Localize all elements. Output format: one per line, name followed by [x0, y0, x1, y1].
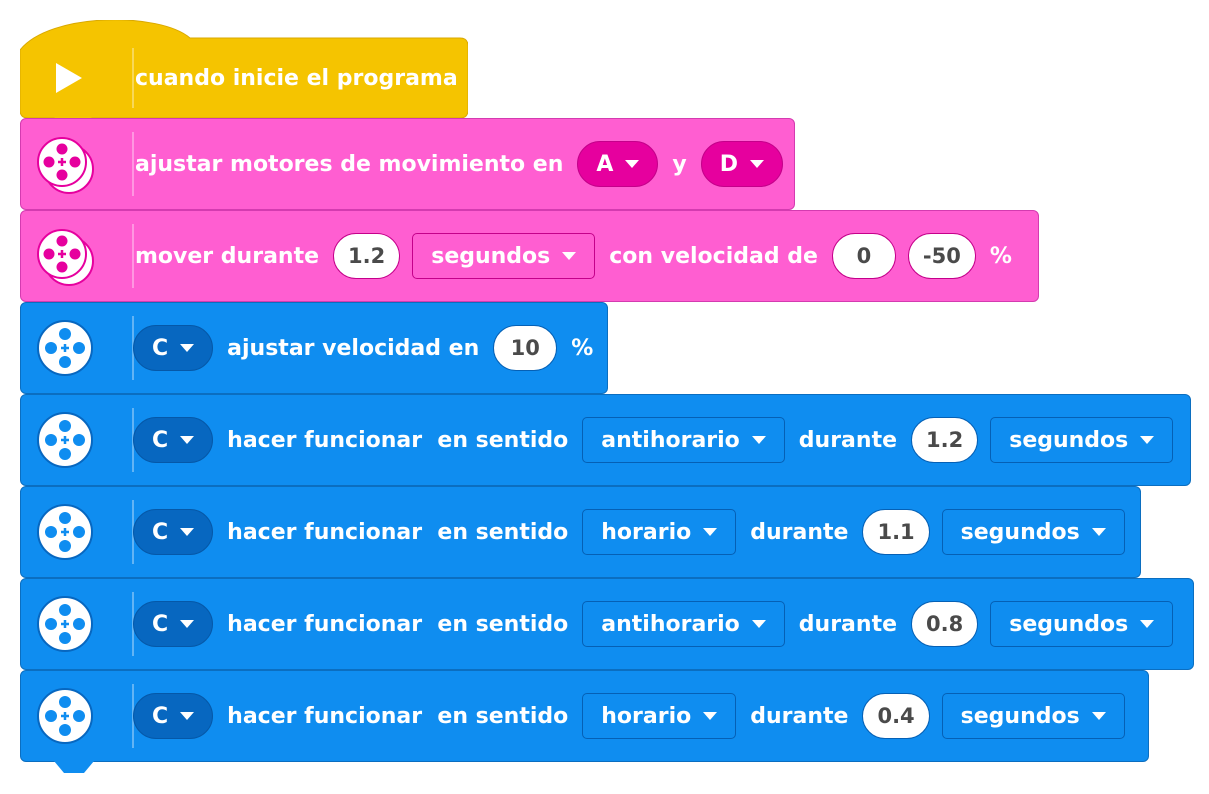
- caret-down-icon: [703, 712, 718, 720]
- motor-port-dropdown[interactable]: C: [133, 417, 214, 463]
- move-for-duration-block[interactable]: mover durante 1.2 segundos con velocidad…: [20, 210, 1039, 302]
- right-port-value: D: [719, 151, 739, 177]
- motor-port-dropdown[interactable]: C: [133, 509, 214, 555]
- run-row: C hacer funcionar en sentido horario dur…: [127, 486, 1131, 578]
- during-label: durante: [798, 427, 898, 453]
- unit-value: segundos: [960, 519, 1080, 545]
- motor-port-dropdown[interactable]: C: [133, 325, 214, 371]
- duration-input[interactable]: 0.8: [911, 601, 979, 647]
- caret-down-icon: [180, 712, 195, 720]
- caret-down-icon: [751, 436, 766, 444]
- unit-dropdown[interactable]: segundos: [941, 693, 1125, 739]
- left-port-value: A: [596, 151, 614, 177]
- left-speed-input[interactable]: 0: [831, 233, 896, 279]
- duration-input[interactable]: 1.1: [862, 509, 930, 555]
- caret-down-icon: [180, 344, 195, 352]
- run-label: hacer funcionar en sentido: [227, 611, 569, 637]
- movement-motors-icon: [37, 137, 94, 194]
- motor-port-dropdown[interactable]: C: [133, 693, 214, 739]
- caret-down-icon: [703, 528, 718, 536]
- caret-down-icon: [1091, 712, 1106, 720]
- play-icon: [56, 63, 82, 93]
- motor-icon: [37, 320, 93, 376]
- set-speed-row: C ajustar velocidad en 10 %: [127, 302, 601, 394]
- duration-input[interactable]: 0.4: [862, 693, 930, 739]
- motor-icon: [37, 596, 93, 652]
- motor-port-value: C: [152, 335, 169, 361]
- direction-dropdown[interactable]: antihorario: [582, 417, 785, 463]
- caret-down-icon: [751, 620, 766, 628]
- caret-down-icon: [180, 528, 195, 536]
- unit-dropdown[interactable]: segundos: [990, 601, 1174, 647]
- unit-value: segundos: [431, 243, 551, 269]
- block-bottom-notch: [54, 761, 94, 773]
- motor-port-dropdown[interactable]: C: [133, 601, 214, 647]
- motor-icon: [37, 504, 93, 560]
- caret-down-icon: [1140, 620, 1155, 628]
- unit-value: segundos: [1009, 611, 1129, 637]
- motor-port-value: C: [152, 427, 169, 453]
- set-movement-motors-block[interactable]: ajustar motores de movimiento en A y D: [20, 118, 795, 210]
- unit-dropdown[interactable]: segundos: [941, 509, 1125, 555]
- movement-motors-icon: [37, 229, 94, 286]
- direction-value: antihorario: [601, 427, 740, 453]
- caret-down-icon: [750, 160, 765, 168]
- motor-port-value: C: [152, 611, 169, 637]
- run-label: hacer funcionar en sentido: [227, 427, 569, 453]
- right-speed-input[interactable]: -50: [907, 233, 976, 279]
- percent-label: %: [989, 243, 1012, 269]
- speed-input[interactable]: 10: [493, 325, 558, 371]
- motor-port-value: C: [152, 703, 169, 729]
- run-row: C hacer funcionar en sentido antihorario…: [127, 394, 1179, 486]
- right-port-dropdown[interactable]: D: [700, 141, 784, 187]
- when-program-starts-block[interactable]: cuando inicie el programa: [20, 20, 468, 118]
- run-row: C hacer funcionar en sentido antihorario…: [127, 578, 1179, 670]
- run-label: hacer funcionar en sentido: [227, 703, 569, 729]
- direction-dropdown[interactable]: horario: [582, 509, 737, 555]
- direction-value: horario: [601, 703, 692, 729]
- direction-dropdown[interactable]: antihorario: [582, 601, 785, 647]
- caret-down-icon: [1091, 528, 1106, 536]
- caret-down-icon: [562, 252, 577, 260]
- direction-dropdown[interactable]: horario: [582, 693, 737, 739]
- caret-down-icon: [180, 436, 195, 444]
- run-row: C hacer funcionar en sentido horario dur…: [127, 670, 1131, 762]
- motor-run-for-block[interactable]: C hacer funcionar en sentido horario dur…: [20, 486, 1141, 578]
- motor-run-for-block[interactable]: C hacer funcionar en sentido antihorario…: [20, 394, 1191, 486]
- direction-value: antihorario: [601, 611, 740, 637]
- and-text: y: [672, 151, 687, 177]
- caret-down-icon: [180, 620, 195, 628]
- unit-dropdown[interactable]: segundos: [990, 417, 1174, 463]
- during-label: durante: [750, 703, 849, 729]
- motor-run-for-block[interactable]: C hacer funcionar en sentido horario dur…: [20, 670, 1149, 773]
- move-setup-label: ajustar motores de movimiento en: [135, 151, 564, 177]
- during-label: durante: [798, 611, 898, 637]
- duration-input[interactable]: 1.2: [333, 233, 401, 279]
- percent-label: %: [571, 335, 594, 361]
- hat-label: cuando inicie el programa: [135, 65, 458, 91]
- motor-icon: [37, 412, 93, 468]
- motor-run-for-block[interactable]: C hacer funcionar en sentido antihorario…: [20, 578, 1194, 670]
- caret-down-icon: [1140, 436, 1155, 444]
- motor-port-value: C: [152, 519, 169, 545]
- hat-row: cuando inicie el programa: [127, 38, 466, 118]
- unit-dropdown[interactable]: segundos: [412, 233, 596, 279]
- unit-value: segundos: [960, 703, 1080, 729]
- during-label: durante: [750, 519, 849, 545]
- run-label: hacer funcionar en sentido: [227, 519, 569, 545]
- left-port-dropdown[interactable]: A: [577, 141, 659, 187]
- direction-value: horario: [601, 519, 692, 545]
- duration-input[interactable]: 1.2: [911, 417, 979, 463]
- set-speed-label: ajustar velocidad en: [227, 335, 480, 361]
- with-speed-label: con velocidad de: [609, 243, 818, 269]
- motor-icon: [37, 688, 93, 744]
- move-setup-row: ajustar motores de movimiento en A y D: [127, 118, 789, 210]
- caret-down-icon: [625, 160, 640, 168]
- motor-set-speed-block[interactable]: C ajustar velocidad en 10 %: [20, 302, 608, 394]
- move-for-label: mover durante: [135, 243, 320, 269]
- move-for-row: mover durante 1.2 segundos con velocidad…: [127, 210, 1020, 302]
- unit-value: segundos: [1009, 427, 1129, 453]
